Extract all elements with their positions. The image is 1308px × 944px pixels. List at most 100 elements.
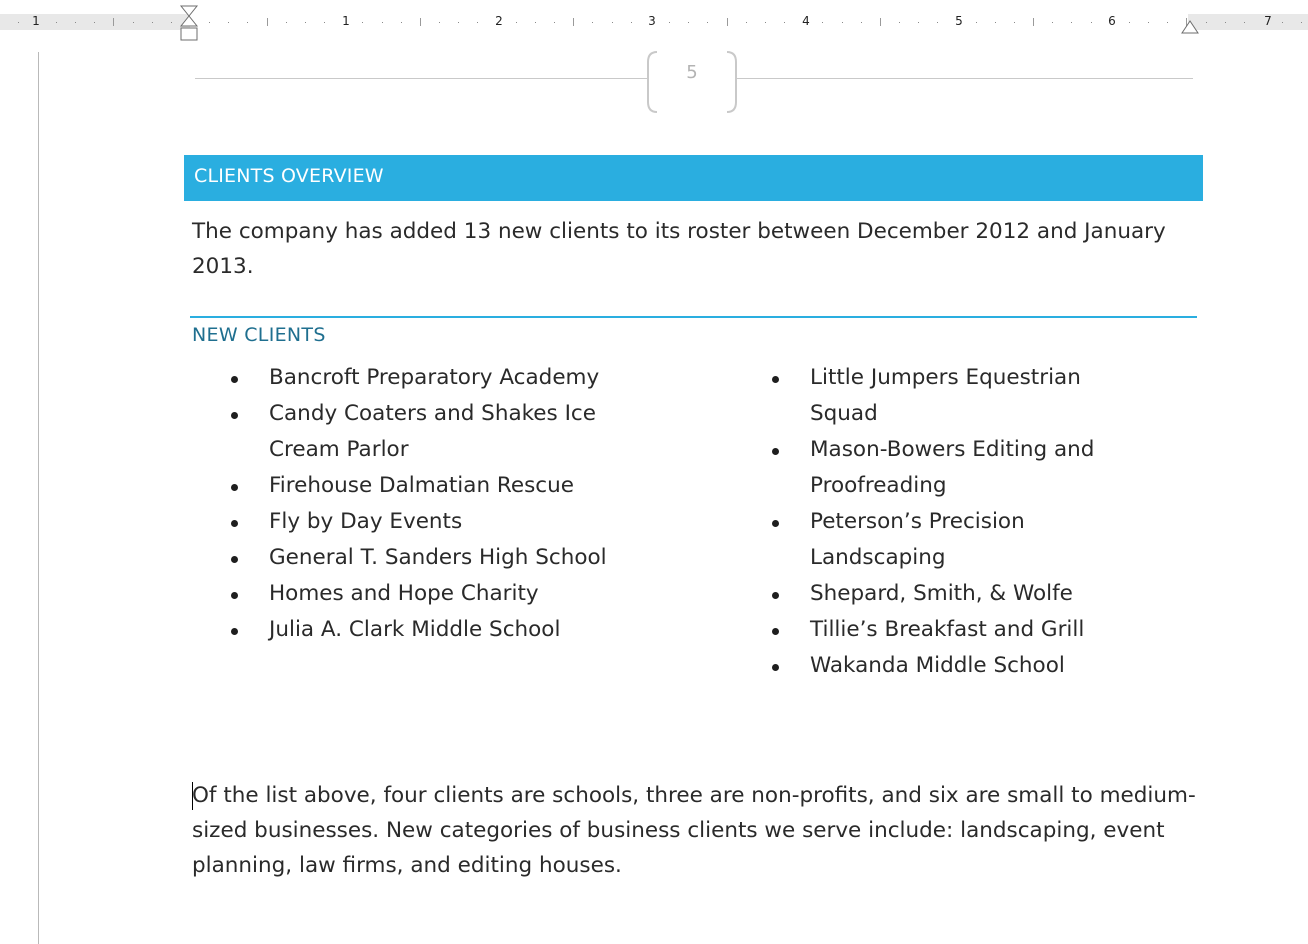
list-item[interactable]: Little Jumpers Equestrian Squad (772, 360, 1152, 432)
section-title: CLIENTS OVERVIEW (194, 165, 384, 187)
ruler-tick (765, 22, 766, 23)
page-number: 5 (686, 62, 698, 83)
ruler-tick (18, 22, 19, 23)
list-item-text: Bancroft Preparatory Academy (269, 365, 600, 390)
indent-marker-icon[interactable] (178, 4, 200, 50)
list-item[interactable]: Tillie’s Breakfast and Grill (772, 612, 1152, 648)
bullet-icon (231, 412, 238, 419)
ruler-number: 1 (342, 14, 350, 28)
intro-paragraph[interactable]: The company has added 13 new clients to … (192, 214, 1192, 284)
bullet-icon (231, 556, 238, 563)
ruler-tick (1148, 22, 1149, 23)
ruler-tick (669, 22, 670, 23)
list-item-text: Fly by Day Events (269, 509, 463, 534)
list-item[interactable]: Candy Coaters and Shakes Ice Cream Parlo… (231, 396, 621, 468)
ruler-tick (247, 22, 248, 23)
list-item[interactable]: Shepard, Smith, & Wolfe (772, 576, 1152, 612)
list-item-text: General T. Sanders High School (269, 545, 607, 570)
ruler-tick (1282, 22, 1283, 23)
ruler-number: 2 (495, 14, 503, 28)
ruler-tick (842, 22, 843, 23)
list-item[interactable]: Fly by Day Events (231, 504, 621, 540)
ruler-tick (573, 18, 574, 26)
ruler-tick (401, 22, 402, 23)
list-item-text: Little Jumpers Equestrian Squad (810, 365, 1081, 426)
list-item[interactable]: Mason-Bowers Editing and Proofreading (772, 432, 1152, 504)
bullet-icon (772, 448, 779, 455)
ruler-tick (56, 22, 57, 23)
new-clients-heading[interactable]: NEW CLIENTS (192, 324, 326, 346)
bullet-icon (772, 376, 779, 383)
ruler-tick (554, 22, 555, 23)
list-item-text: Julia A. Clark Middle School (269, 617, 561, 642)
list-item[interactable]: General T. Sanders High School (231, 540, 621, 576)
ruler-tick (286, 22, 287, 23)
ruler-tick (228, 22, 229, 23)
ruler-tick (746, 22, 747, 23)
list-item-text: Tillie’s Breakfast and Grill (810, 617, 1085, 642)
list-item-text: Firehouse Dalmatian Rescue (269, 473, 574, 498)
client-list-right: Little Jumpers Equestrian Squad Mason-Bo… (772, 360, 1152, 684)
list-item-text: Shepard, Smith, & Wolfe (810, 581, 1073, 606)
text-cursor (192, 782, 193, 810)
ruler-tick (631, 22, 632, 23)
bullet-icon (231, 592, 238, 599)
ruler-number: 6 (1108, 14, 1116, 28)
ruler-tick (707, 22, 708, 23)
horizontal-ruler[interactable]: 1 1 2 3 4 5 6 7 (0, 0, 1308, 41)
right-indent-marker-icon[interactable] (1180, 16, 1200, 36)
bullet-icon (772, 520, 779, 527)
client-list-left: Bancroft Preparatory Academy Candy Coate… (231, 360, 621, 648)
ruler-tick (535, 22, 536, 23)
ruler-tick (382, 22, 383, 23)
ruler-tick (209, 22, 210, 23)
ruler-tick (592, 22, 593, 23)
ruler-tick (1052, 22, 1053, 23)
ruler-number: 7 (1264, 14, 1272, 28)
ruler-tick (420, 18, 421, 26)
ruler-tick (1014, 22, 1015, 23)
list-item[interactable]: Homes and Hope Charity (231, 576, 621, 612)
list-item[interactable]: Bancroft Preparatory Academy (231, 360, 621, 396)
ruler-tick (267, 18, 268, 26)
bullet-icon (772, 628, 779, 635)
ruler-tick (94, 22, 95, 23)
list-item[interactable]: Julia A. Clark Middle School (231, 612, 621, 648)
left-margin-line (38, 52, 39, 944)
ruler-tick (458, 22, 459, 23)
list-item-text: Homes and Hope Charity (269, 581, 539, 606)
bullet-icon (231, 628, 238, 635)
summary-paragraph[interactable]: Of the list above, four clients are scho… (192, 778, 1207, 883)
list-item-text: Wakanda Middle School (810, 653, 1065, 678)
bullet-icon (772, 664, 779, 671)
ruler-tick (1033, 18, 1034, 26)
ruler-tick (516, 22, 517, 23)
left-bracket-icon (647, 51, 658, 113)
list-item[interactable]: Firehouse Dalmatian Rescue (231, 468, 621, 504)
ruler-tick (918, 22, 919, 23)
ruler-tick (113, 18, 114, 26)
list-item[interactable]: Wakanda Middle School (772, 648, 1152, 684)
list-item-text: Candy Coaters and Shakes Ice Cream Parlo… (269, 401, 596, 462)
header-line-right (737, 78, 1193, 79)
ruler-tick (439, 22, 440, 23)
list-item[interactable]: Peterson’s Precision Landscaping (772, 504, 1152, 576)
ruler-tick (880, 18, 881, 26)
ruler-tick (133, 22, 134, 23)
ruler-tick (861, 22, 862, 23)
ruler-tick (1091, 22, 1092, 23)
ruler-tick (1301, 22, 1302, 23)
ruler-tick (822, 22, 823, 23)
ruler-number: 5 (955, 14, 963, 28)
ruler-tick (75, 22, 76, 23)
ruler-tick (324, 22, 325, 23)
ruler-tick (1225, 22, 1226, 23)
bullet-icon (231, 484, 238, 491)
ruler-tick (784, 22, 785, 23)
bullet-icon (231, 376, 238, 383)
ruler-number: 4 (802, 14, 810, 28)
ruler-tick (477, 22, 478, 23)
header-line-left (195, 78, 647, 79)
ruler-tick (362, 22, 363, 23)
ruler-tick (612, 22, 613, 23)
